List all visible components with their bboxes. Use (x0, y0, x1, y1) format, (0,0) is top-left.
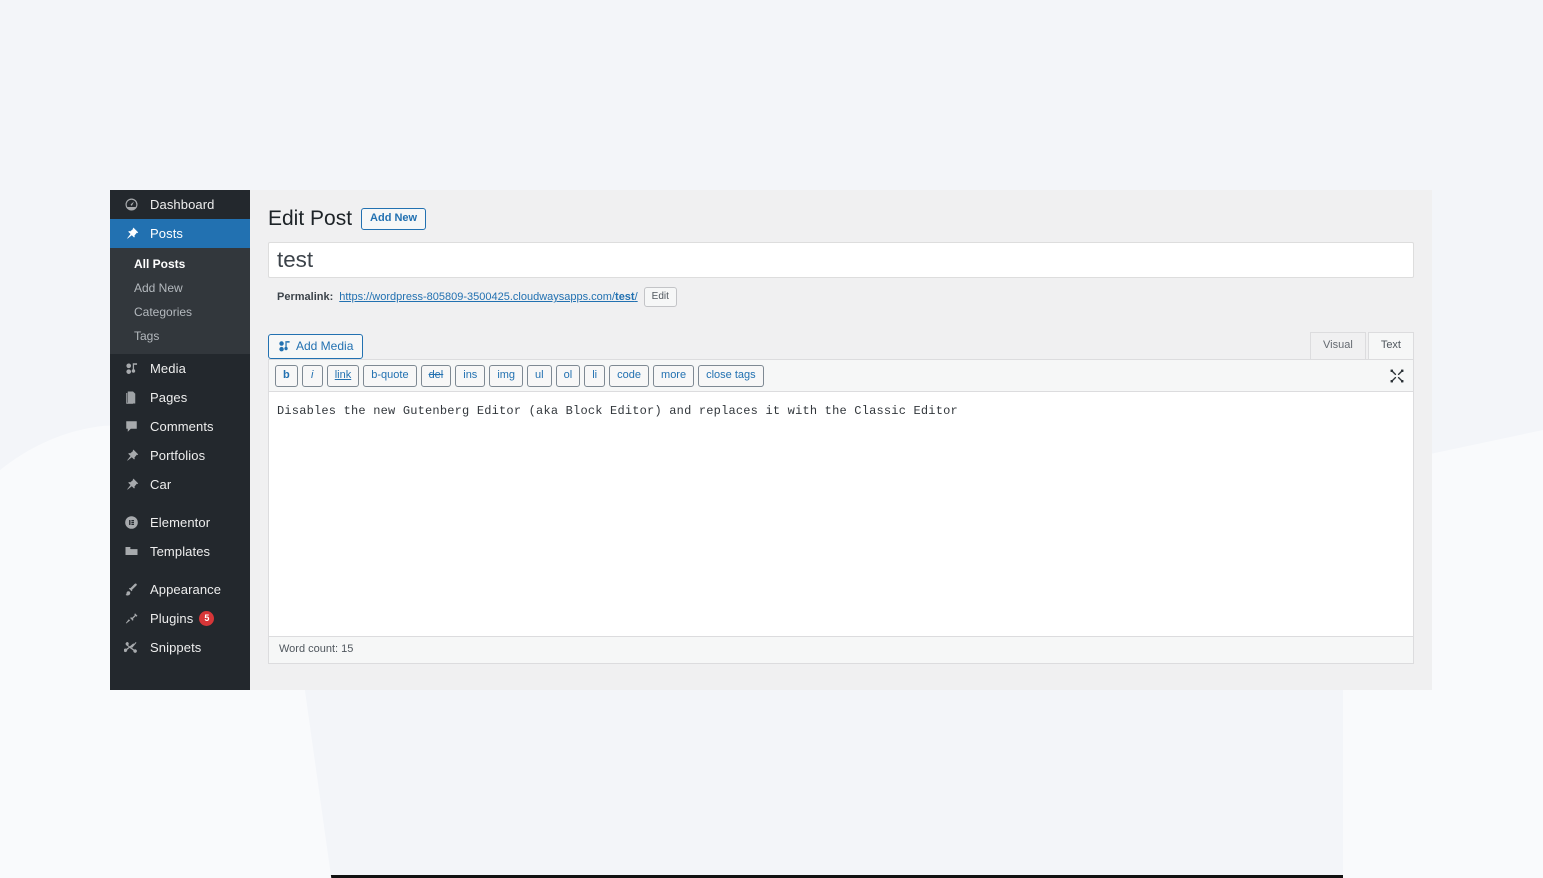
fullscreen-icon[interactable] (1389, 368, 1405, 384)
quicktag-link[interactable]: link (326, 365, 360, 388)
plug-icon (124, 611, 144, 626)
folder-icon (124, 544, 144, 559)
submenu-item-add-new[interactable]: Add New (110, 276, 250, 300)
submenu-item-categories[interactable]: Categories (110, 300, 250, 324)
post-content-textarea[interactable]: Disables the new Gutenberg Editor (aka B… (268, 392, 1414, 638)
word-count-status: Word count: 15 (268, 637, 1414, 664)
sidebar-item-snippets[interactable]: Snippets (110, 633, 250, 662)
sidebar-item-media[interactable]: Media (110, 354, 250, 383)
quicktag-ul[interactable]: ul (527, 365, 552, 388)
dashboard-icon (124, 197, 144, 212)
sidebar-item-elementor[interactable]: Elementor (110, 508, 250, 537)
submenu-item-tags[interactable]: Tags (110, 324, 250, 348)
quicktag-li[interactable]: li (584, 365, 606, 388)
sidebar-item-label: Pages (150, 390, 188, 405)
sidebar-item-label: Posts (150, 226, 184, 241)
quicktag-img[interactable]: img (489, 365, 524, 388)
permalink-link[interactable]: https://wordpress-805809-3500425.cloudwa… (339, 291, 637, 303)
sidebar-item-portfolios[interactable]: Portfolios (110, 441, 250, 470)
pin-icon (124, 448, 144, 463)
quicktag-close-tags[interactable]: close tags (698, 365, 764, 388)
sidebar-item-label: Snippets (150, 640, 202, 655)
submenu-item-all-posts[interactable]: All Posts (110, 252, 250, 276)
sidebar-item-label: Elementor (150, 515, 211, 530)
quicktag-ol[interactable]: ol (555, 365, 581, 388)
quicktags-toolbar: b i link b-quote del ins img ul ol li code more clos… (268, 359, 1414, 393)
admin-sidebar-menu: Dashboard Posts All Posts Add New Categories… (110, 190, 250, 690)
sidebar-item-dashboard[interactable]: Dashboard (110, 190, 250, 219)
quicktag-more[interactable]: more (653, 365, 695, 388)
sidebar-item-label: Dashboard (150, 197, 215, 212)
sidebar-separator (110, 499, 250, 508)
tab-text[interactable]: Text (1367, 331, 1414, 360)
media-icon (124, 361, 144, 376)
sidebar-item-label: Car (150, 477, 172, 492)
media-icon (277, 339, 291, 353)
sidebar-item-label: Comments (150, 419, 214, 434)
page-header: Edit Post Add New (268, 198, 1414, 242)
sidebar-submenu-posts: All Posts Add New Categories Tags (110, 248, 250, 354)
admin-content-area: Edit Post Add New Permalink: https://wor… (250, 190, 1432, 690)
brush-icon (124, 582, 144, 597)
post-editor: Add Media Visual Text b i link b-quote del ins… (268, 329, 1414, 664)
sidebar-separator (110, 566, 250, 575)
elementor-icon (124, 515, 144, 530)
add-media-label: Add Media (296, 338, 354, 353)
permalink-url-suffix: / (634, 291, 638, 304)
add-new-post-button[interactable]: Add New (361, 207, 427, 230)
sidebar-item-templates[interactable]: Templates (110, 537, 250, 566)
quicktag-blockquote[interactable]: b-quote (363, 365, 417, 388)
wordpress-admin-window: Dashboard Posts All Posts Add New Categories… (110, 190, 1432, 690)
sidebar-item-comments[interactable]: Comments (110, 412, 250, 441)
tab-visual[interactable]: Visual (1310, 331, 1366, 360)
pin-icon (124, 477, 144, 492)
editor-top-bar: Add Media Visual Text (268, 329, 1414, 360)
sidebar-item-appearance[interactable]: Appearance (110, 575, 250, 604)
permalink-url-prefix: https://wordpress-805809-3500425.cloudwa… (339, 291, 616, 304)
sidebar-item-label: Appearance (150, 582, 222, 597)
quicktag-italic[interactable]: i (301, 365, 323, 388)
page-title: Edit Post (268, 207, 353, 230)
permalink-label: Permalink: (277, 291, 334, 304)
quicktag-bold[interactable]: b (275, 365, 298, 388)
quicktag-code[interactable]: code (609, 365, 650, 388)
permalink-url-slug: test (615, 291, 635, 304)
sidebar-item-label: Portfolios (150, 448, 206, 463)
permalink-row: Permalink: https://wordpress-805809-3500… (277, 286, 1414, 308)
sidebar-item-pages[interactable]: Pages (110, 383, 250, 412)
post-title-input[interactable] (268, 242, 1414, 279)
sidebar-item-label: Plugins (150, 611, 194, 626)
quicktag-ins[interactable]: ins (455, 365, 486, 388)
sidebar-item-posts[interactable]: Posts (110, 219, 250, 248)
add-media-button[interactable]: Add Media (268, 333, 364, 360)
sidebar-item-label: Templates (150, 544, 211, 559)
sidebar-item-car[interactable]: Car (110, 470, 250, 499)
pin-icon (124, 226, 144, 241)
quicktag-del[interactable]: del (420, 365, 452, 388)
comments-icon (124, 419, 144, 434)
sidebar-item-plugins[interactable]: Plugins 5 (110, 604, 250, 633)
update-count-badge: 5 (199, 611, 215, 626)
sidebar-item-label: Media (150, 361, 186, 376)
pages-icon (124, 390, 144, 405)
permalink-edit-button[interactable]: Edit (643, 287, 677, 308)
editor-mode-tabs: Visual Text (1308, 329, 1414, 360)
scissors-icon (124, 640, 144, 655)
